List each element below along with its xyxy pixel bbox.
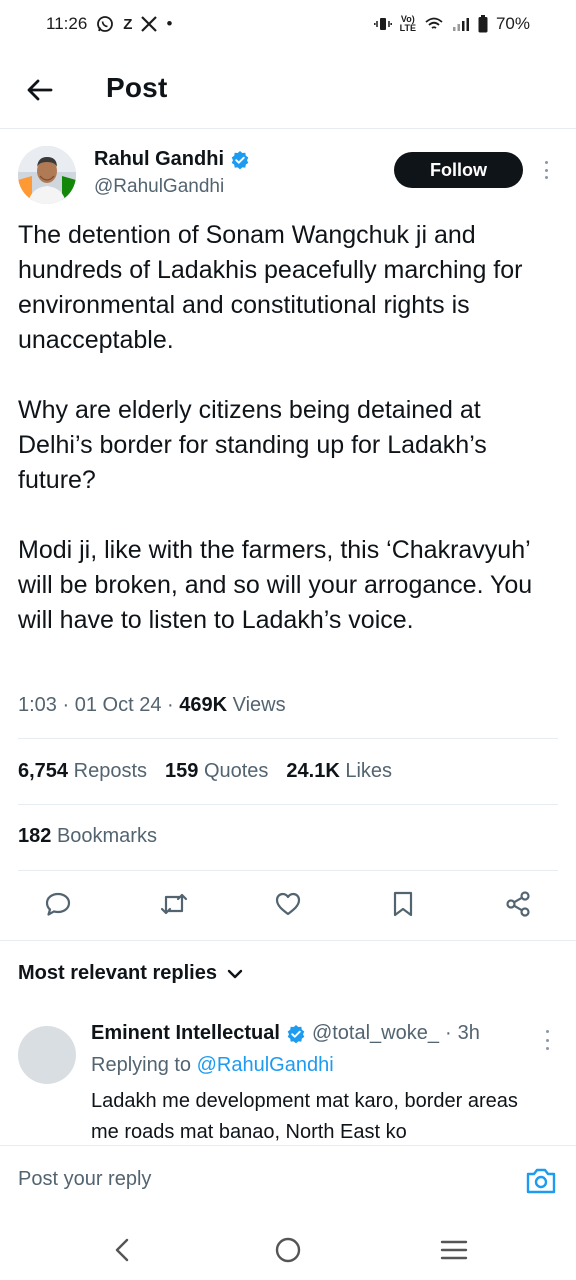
status-bar: 11:26 Z • Vo) LTE 70% xyxy=(0,0,576,48)
status-time: 11:26 xyxy=(46,14,88,33)
replies-sort-dropdown[interactable]: Most relevant replies xyxy=(18,962,243,985)
reply-author-handle[interactable]: @total_woke_ xyxy=(312,1022,439,1045)
nav-home-button[interactable] xyxy=(268,1230,308,1270)
follow-button[interactable]: Follow xyxy=(394,152,523,188)
nav-back-button[interactable] xyxy=(102,1230,142,1270)
author-name[interactable]: Rahul Gandhi xyxy=(94,148,224,171)
stats-divider xyxy=(18,804,558,805)
post-text: The detention of Sonam Wangchuk ji and h… xyxy=(18,218,558,638)
chevron-down-icon xyxy=(227,969,243,978)
signal-icon xyxy=(452,17,470,31)
post-meta: 1:03 · 01 Oct 24 · 469K Views xyxy=(18,694,286,716)
actions-divider xyxy=(0,940,576,941)
post-paragraph: Modi ji, like with the farmers, this ‘Ch… xyxy=(18,536,533,634)
views-label: Views xyxy=(232,694,286,716)
reply-icon xyxy=(45,892,71,916)
meta-divider xyxy=(18,738,558,739)
views-count: 469K xyxy=(179,694,228,716)
wifi-icon xyxy=(424,16,444,32)
replying-to-link[interactable]: @RahulGandhi xyxy=(197,1054,334,1076)
avatar[interactable] xyxy=(18,146,76,204)
like-button[interactable] xyxy=(268,884,308,924)
post-paragraph: The detention of Sonam Wangchuk ji and h… xyxy=(18,221,523,354)
repost-button[interactable] xyxy=(154,884,194,924)
notification-z-icon: Z xyxy=(123,15,133,33)
author-name-row[interactable]: Rahul Gandhi xyxy=(94,148,250,171)
reply-input[interactable] xyxy=(18,1168,498,1191)
reply-header: Eminent Intellectual @total_woke_ · 3h xyxy=(91,1022,480,1045)
nav-recents-icon xyxy=(440,1240,468,1260)
repost-icon xyxy=(160,893,188,915)
battery-percent: 70% xyxy=(495,14,530,33)
camera-button[interactable] xyxy=(524,1166,558,1196)
top-app-bar: Post xyxy=(0,58,576,122)
bookmarks-stats: 182 Bookmarks xyxy=(18,825,157,848)
post-paragraph: Why are elderly citizens being detained … xyxy=(18,396,487,494)
bookmark-button[interactable] xyxy=(383,884,423,924)
more-vertical-icon[interactable] xyxy=(538,158,554,182)
nav-back-icon xyxy=(115,1238,129,1262)
camera-icon xyxy=(526,1168,556,1194)
reply-text: Ladakh me development mat karo, border a… xyxy=(91,1090,518,1143)
page-title: Post xyxy=(106,72,168,103)
post-time: 1:03 xyxy=(18,694,57,716)
replies-sort-label: Most relevant replies xyxy=(18,962,217,984)
battery-icon xyxy=(478,15,488,33)
quotes-stat[interactable]: 159 Quotes xyxy=(165,760,268,783)
reply-button[interactable] xyxy=(38,884,78,924)
whatsapp-icon xyxy=(96,15,114,33)
nav-home-icon xyxy=(275,1237,301,1263)
reply-author-name[interactable]: Eminent Intellectual xyxy=(91,1022,280,1045)
back-arrow-icon xyxy=(27,79,53,101)
post-date: 01 Oct 24 xyxy=(74,694,162,716)
verified-badge-icon xyxy=(287,1024,305,1043)
system-nav-bar xyxy=(0,1212,576,1280)
bookmark-icon xyxy=(393,891,413,917)
reposts-stat[interactable]: 6,754 Reposts xyxy=(18,760,147,783)
x-logo-icon xyxy=(141,16,158,32)
status-notification-dot: • xyxy=(166,14,173,33)
share-icon xyxy=(506,891,530,917)
post-actions xyxy=(0,884,576,928)
engagement-stats: 6,754 Reposts 159 Quotes 24.1K Likes xyxy=(18,760,392,783)
like-icon xyxy=(275,892,301,916)
volte-indicator: Vo) LTE xyxy=(399,14,416,33)
reply-avatar[interactable] xyxy=(18,1026,76,1084)
bookmarks-stat[interactable]: 182 Bookmarks xyxy=(18,825,157,848)
back-button[interactable] xyxy=(22,72,58,108)
bookmarks-divider xyxy=(18,870,558,871)
status-right: Vo) LTE 70% xyxy=(373,0,530,48)
replying-to: Replying to @RahulGandhi xyxy=(91,1054,334,1076)
more-vertical-icon[interactable] xyxy=(542,1030,552,1050)
status-left: 11:26 Z • xyxy=(46,14,172,34)
nav-recents-button[interactable] xyxy=(434,1230,474,1270)
post-author-row: Rahul Gandhi @RahulGandhi Follow xyxy=(18,146,558,210)
reply-composer xyxy=(0,1145,576,1211)
reply-time: 3h xyxy=(457,1022,480,1044)
share-button[interactable] xyxy=(498,884,538,924)
likes-stat[interactable]: 24.1K Likes xyxy=(286,760,392,783)
header-divider xyxy=(0,128,576,129)
vibrate-icon xyxy=(373,16,392,32)
verified-badge-icon xyxy=(231,150,249,169)
author-handle[interactable]: @RahulGandhi xyxy=(94,176,224,198)
